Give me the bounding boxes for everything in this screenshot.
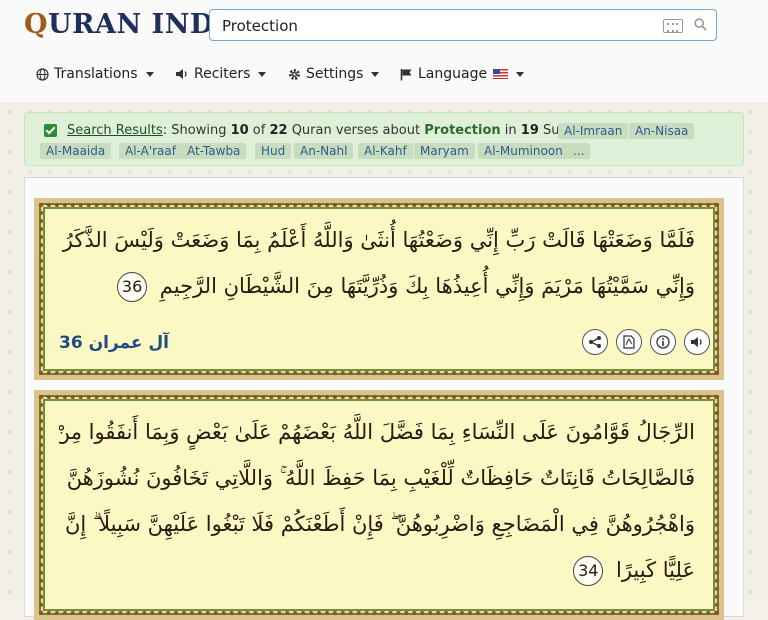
pdf-button[interactable] — [616, 329, 642, 355]
speaker-icon — [691, 337, 702, 347]
search-input[interactable] — [220, 15, 654, 37]
logo-uran: URAN — [48, 9, 152, 40]
us-flag-icon — [493, 69, 509, 79]
search-keyword: Protection — [424, 123, 501, 138]
surah-chip[interactable]: An-Nahl — [294, 143, 354, 159]
logo-q: Q — [24, 9, 49, 40]
verse-text: فَلَمَّا وَضَعَتْهَا قَالَتْ رَبِّ إِنِّ… — [59, 217, 695, 309]
verse-line-text: عَلِيًّا كَبِيرًا — [616, 558, 695, 582]
surah-chip[interactable]: An-Nisaa — [629, 123, 695, 139]
surah-chip[interactable]: Al-Imraan — [558, 123, 629, 139]
share-button[interactable] — [582, 329, 608, 355]
search-box — [209, 9, 717, 41]
surah-count: 19 — [520, 123, 539, 138]
gear-icon — [289, 68, 300, 80]
verse-line: الرِّجَالُ قَوَّامُونَ عَلَى النِّسَاءِ … — [59, 420, 695, 444]
pdf-icon — [623, 335, 635, 349]
logo-i: I — [151, 9, 165, 40]
top-bar: QURAN INDEX Translations Reciters Settin — [0, 0, 768, 103]
search-results-link[interactable]: Search Results — [67, 123, 163, 138]
globe-icon — [36, 67, 49, 81]
verse-reference-link[interactable]: آل عمران 36 — [59, 333, 169, 353]
verse-text: الرِّجَالُ قَوَّامُونَ عَلَى النِّسَاءِ … — [59, 409, 695, 593]
keyboard-icon[interactable] — [663, 19, 683, 33]
flag-icon — [400, 68, 412, 80]
menu-settings-label: Settings — [306, 66, 364, 82]
verse-line: وَإِنِّي سَمَّيْتُهَا مَرْيَمَ وَإِنِّي … — [59, 263, 695, 309]
speaker-icon — [176, 69, 187, 79]
summary-text-4: in — [500, 123, 521, 138]
verse-actions — [582, 329, 710, 355]
menu-translations[interactable]: Translations — [36, 66, 154, 82]
search-summary-text: Search Results: Showing 10 of 22 Quran v… — [67, 123, 588, 138]
verse-line-text: وَإِنِّي سَمَّيْتُهَا مَرْيَمَ وَإِنِّي … — [159, 274, 695, 298]
verse-card: الرِّجَالُ قَوَّامُونَ عَلَى النِّسَاءِ … — [34, 390, 724, 620]
summary-text-2: of — [248, 123, 270, 138]
verse-number-badge: 34 — [573, 556, 604, 586]
info-button[interactable] — [650, 329, 676, 355]
more-surahs-chip[interactable]: ... — [567, 143, 591, 159]
menu-translations-label: Translations — [54, 66, 138, 82]
surah-chip[interactable]: Al-Muminoon — [478, 143, 569, 159]
search-summary-banner: Search Results: Showing 10 of 22 Quran v… — [24, 112, 744, 166]
verse-line: فَلَمَّا وَضَعَتْهَا قَالَتْ رَبِّ إِنِّ… — [59, 228, 695, 252]
surah-chip[interactable]: Maryam — [414, 143, 475, 159]
surah-chip[interactable]: Hud — [255, 143, 292, 159]
info-icon — [656, 335, 670, 349]
verse-number-badge: 36 — [117, 272, 148, 302]
share-icon — [589, 336, 601, 348]
verse-card: فَلَمَّا وَضَعَتْهَا قَالَتْ رَبِّ إِنِّ… — [34, 198, 724, 380]
results-shown-count: 10 — [230, 123, 249, 138]
surah-chip[interactable]: At-Tawba — [181, 143, 247, 159]
search-icon[interactable] — [694, 18, 707, 31]
checkbox-checked-icon — [44, 124, 57, 137]
surah-chip[interactable]: Al-A'raaf — [119, 143, 182, 159]
chevron-down-icon — [145, 71, 154, 77]
verse-line: عَلِيًّا كَبِيرًا 34 — [59, 547, 695, 593]
results-total-count: 22 — [269, 123, 288, 138]
verse-line: وَاهْجُرُوهُنَّ فِي الْمَضَاجِعِ وَاضْرِ… — [59, 512, 695, 536]
chevron-down-icon — [371, 71, 380, 77]
chevron-down-icon — [516, 71, 525, 77]
surah-chip[interactable]: Al-Maaida — [40, 143, 112, 159]
chevron-down-icon — [258, 71, 267, 77]
summary-text-1: : Showing — [162, 123, 231, 138]
menu-reciters[interactable]: Reciters — [175, 66, 267, 82]
menu-language-label: Language — [418, 66, 488, 82]
menu-reciters-label: Reciters — [194, 66, 251, 82]
menu-settings[interactable]: Settings — [288, 66, 380, 82]
play-audio-button[interactable] — [684, 329, 710, 355]
verse-line: فَالصَّالِحَاتُ قَانِتَاتٌ حَافِظَاتٌ لِ… — [59, 466, 695, 490]
menu-language[interactable]: Language — [400, 66, 525, 82]
surah-chip[interactable]: Al-Kahf — [358, 143, 413, 159]
summary-text-3: Quran verses about — [287, 123, 425, 138]
